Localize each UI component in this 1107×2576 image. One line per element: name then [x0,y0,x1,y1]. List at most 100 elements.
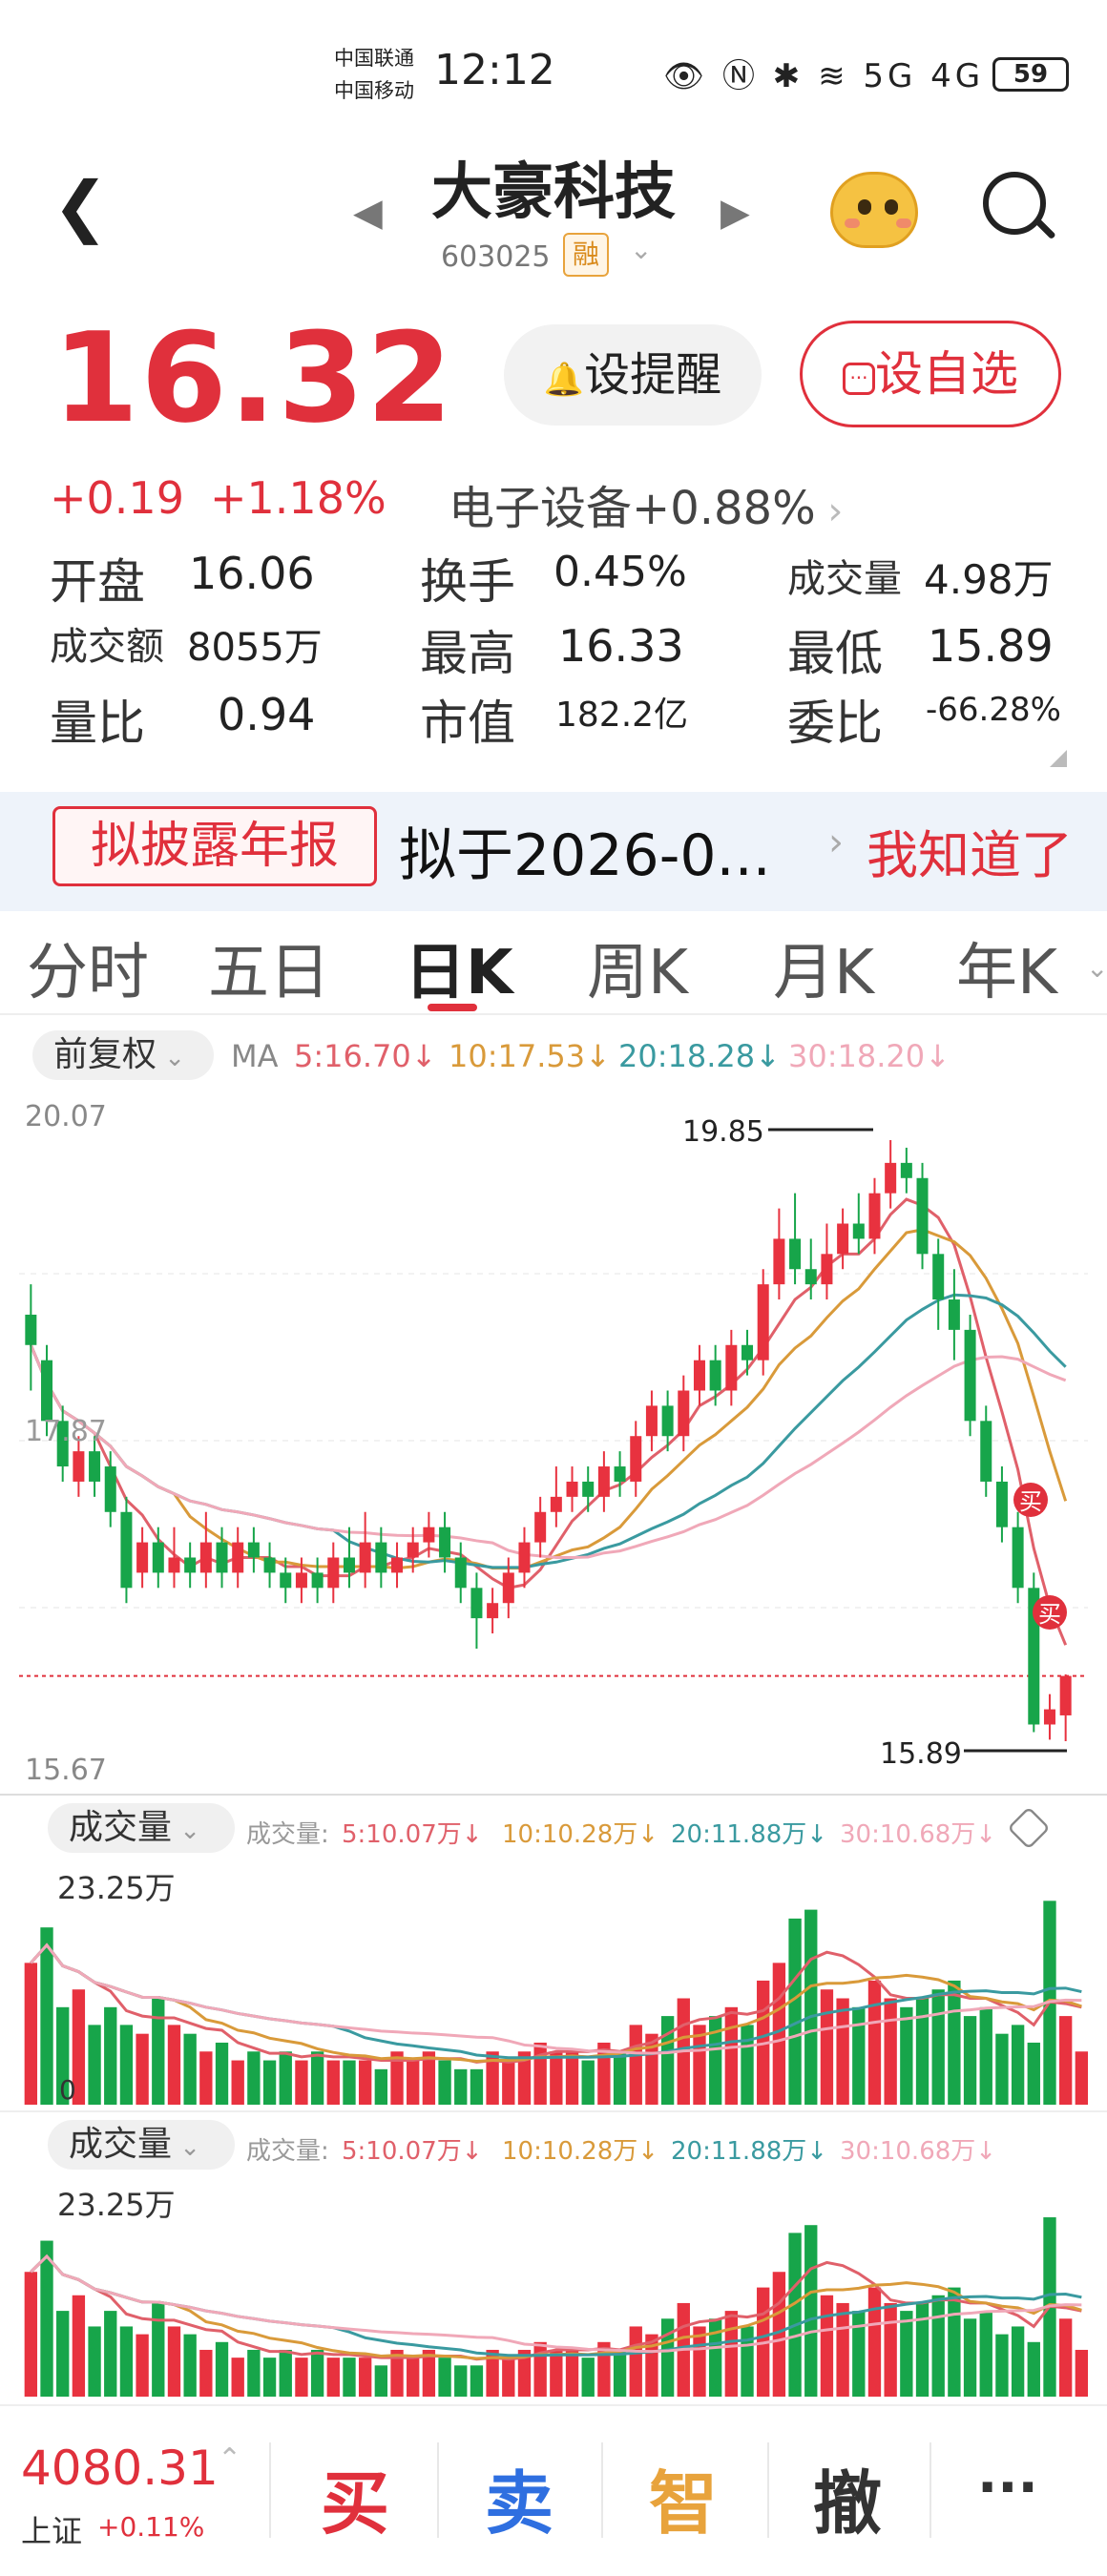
notice-text[interactable]: 拟于2026-0... [399,809,771,892]
candle[interactable] [327,1542,340,1604]
candle[interactable] [136,1527,149,1589]
volume-bar [88,2025,101,2105]
candle[interactable] [470,1572,483,1649]
candle[interactable] [645,1390,658,1452]
candle[interactable] [391,1542,404,1589]
candle[interactable] [1012,1511,1024,1604]
settings-icon[interactable] [1007,1806,1051,1850]
candle[interactable] [693,1344,705,1406]
candle[interactable] [1028,1572,1040,1733]
volume-bar [326,2358,340,2397]
candle[interactable] [487,1588,499,1634]
buy-button[interactable]: 买 [321,2447,389,2547]
candle[interactable] [789,1193,802,1285]
index-value[interactable]: 4080.31 [21,2441,219,2496]
tab-five-day[interactable]: 五日 [208,924,330,1011]
candle[interactable] [773,1208,785,1300]
back-icon[interactable]: ❮ [52,167,109,245]
candle[interactable] [311,1557,324,1604]
candle[interactable] [1059,1674,1072,1741]
candle[interactable] [821,1223,833,1300]
cancel-order-button[interactable]: 撤 [813,2447,882,2547]
volume-bar [24,1963,38,2105]
candle[interactable] [916,1162,929,1270]
candle[interactable] [964,1314,976,1437]
volume-bar [1011,2326,1025,2397]
candle[interactable] [948,1269,960,1361]
candle[interactable] [1043,1693,1055,1740]
candle[interactable] [837,1208,849,1270]
ma20-value: 20:18.28↓ [618,1038,781,1074]
tab-weekly-k[interactable]: 周K [587,924,688,1011]
candle[interactable] [757,1269,769,1376]
volume-bar [852,2311,866,2397]
candle[interactable] [678,1375,690,1452]
volume-chart-2[interactable]: 23.25万 [0,2177,1107,2402]
add-watchlist-button[interactable]: ··· 设自选 [800,321,1061,427]
high-marker: 19.85 [682,1115,764,1149]
candle[interactable] [725,1329,738,1406]
candle[interactable] [566,1466,578,1512]
separator [767,2442,769,2538]
volume-bar [152,1998,165,2105]
candle[interactable] [932,1238,945,1330]
tabs-more-icon[interactable]: ⌄ [1086,952,1107,984]
more-button[interactable]: ··· [977,2457,1038,2519]
chevron-up-icon[interactable]: ⌃ [218,2442,241,2476]
adjust-dropdown[interactable]: 前复权 ⌄ [32,1030,214,1080]
set-alert-button[interactable]: 🔔设提醒 [504,324,762,426]
chevron-down-icon[interactable]: ⌄ [630,234,652,265]
candle[interactable] [232,1527,244,1589]
mascot-icon[interactable] [830,172,918,248]
volume-bar [470,2365,484,2397]
candle[interactable] [741,1329,754,1376]
candle[interactable] [184,1542,197,1589]
volume-bar [407,2060,420,2105]
candle[interactable] [439,1511,451,1573]
volume-bar [136,2334,149,2397]
candle[interactable] [359,1511,371,1589]
candle[interactable] [582,1466,595,1512]
kline-chart[interactable]: 20.07 15.67 17.87 19.85 15.89 买 买 [0,1088,1107,1794]
next-stock-icon[interactable]: ▶ [721,191,750,235]
sell-button[interactable]: 卖 [485,2447,554,2547]
volume-chart-1[interactable]: 23.25万 0 [0,1860,1107,2110]
volume-indicator-dropdown[interactable]: 成交量 ⌄ [48,1803,235,1853]
candle[interactable] [709,1344,721,1406]
candle[interactable] [454,1542,467,1604]
dismiss-notice-button[interactable]: 我知道了 [867,813,1073,888]
candle[interactable] [375,1527,387,1589]
volume-bar [231,2060,244,2105]
tab-yearly-k[interactable]: 年K [956,924,1057,1011]
candle[interactable] [534,1496,547,1558]
tab-monthly-k[interactable]: 月K [773,924,874,1011]
candle[interactable] [885,1140,897,1209]
candle[interactable] [343,1527,355,1589]
candle[interactable] [980,1405,992,1497]
candle[interactable] [25,1284,37,1391]
sector-link[interactable]: 电子设备+0.88% › [449,470,843,537]
candle[interactable] [152,1527,164,1589]
candle[interactable] [104,1451,116,1527]
tab-daily-k[interactable]: 日K [405,924,513,1011]
tab-intraday[interactable]: 分时 [27,924,149,1011]
candle[interactable] [597,1451,610,1512]
candle[interactable] [852,1193,865,1255]
candle[interactable] [995,1466,1008,1543]
volume-indicator-dropdown-2[interactable]: 成交量 ⌄ [48,2120,235,2170]
candle[interactable] [900,1147,912,1194]
candle[interactable] [518,1527,531,1589]
candle[interactable] [550,1466,562,1527]
candle[interactable] [614,1451,626,1497]
candle[interactable] [247,1527,260,1573]
candle[interactable] [263,1542,276,1589]
high-value: 16.33 [558,620,684,672]
ma-line-5 [29,1197,1068,1646]
candle[interactable] [168,1527,180,1589]
candle[interactable] [630,1421,642,1497]
candle[interactable] [199,1511,212,1589]
notice-tag: 拟披露年报 [52,806,377,886]
smart-button[interactable]: 智 [649,2447,718,2547]
expand-corner-icon[interactable] [1050,750,1067,767]
candle[interactable] [120,1496,133,1604]
